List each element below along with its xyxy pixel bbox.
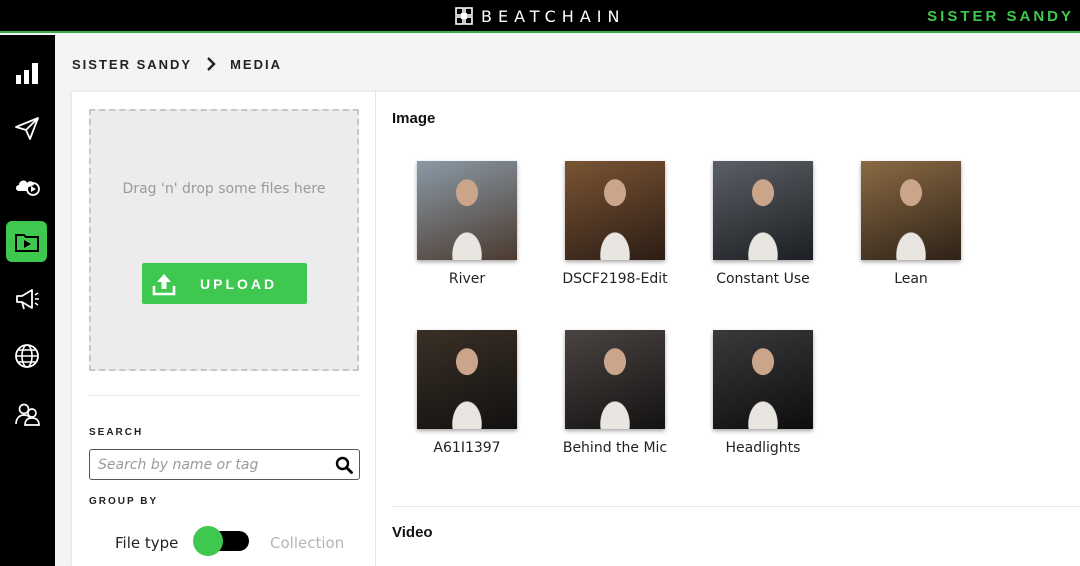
cloud-play-icon [15,180,40,196]
sidebar-item-promotion[interactable] [6,278,47,319]
search-label: SEARCH [89,427,144,438]
bar-chart-icon [15,62,38,84]
group-by-collection-label[interactable]: Collection [270,534,344,552]
media-thumbnail-image [565,330,665,429]
media-thumbnail-image [861,161,961,260]
app-logo[interactable]: BEATCHAIN [455,6,625,26]
sidebar-item-send[interactable] [6,107,47,148]
search-icon[interactable] [335,456,353,474]
breadcrumb-current-page: MEDIA [230,56,282,72]
dropzone-text: Drag 'n' drop some files here [122,181,326,197]
media-thumbnail[interactable]: Behind the Mic [563,330,667,456]
breadcrumb: SISTER SANDY MEDIA [72,56,282,72]
media-thumbnail-caption: DSCF2198-Edit [562,271,668,287]
media-card: Drag 'n' drop some files here UPLOAD SEA… [72,92,1080,566]
brand-name: BEATCHAIN [481,6,626,26]
sidebar-item-web[interactable] [6,335,47,376]
sidebar-item-distribution[interactable] [6,164,47,205]
search-input[interactable] [98,455,323,475]
divider [392,506,1080,507]
image-section-title: Image [392,110,436,127]
globe-icon [14,343,39,368]
media-thumbnail-caption: Constant Use [716,271,810,287]
sidebar-item-media[interactable] [6,221,47,262]
media-thumbnail-image [713,330,813,429]
video-section-title: Video [392,524,433,541]
account-name[interactable]: SISTER SANDY [927,8,1074,25]
media-thumbnail-image [417,330,517,429]
media-thumbnail[interactable]: Lean [861,161,961,287]
search-box [89,449,360,480]
megaphone-icon [15,288,39,309]
media-thumbnail-caption: River [448,271,486,287]
group-by-file-type-label[interactable]: File type [115,534,178,552]
media-thumbnail-caption: A61I1397 [433,440,501,456]
sidebar-item-team[interactable] [6,393,47,434]
top-bar: BEATCHAIN SISTER SANDY [0,0,1080,33]
toggle-knob [193,526,223,556]
paper-plane-icon [14,116,39,140]
breadcrumb-artist[interactable]: SISTER SANDY [72,57,192,72]
media-thumbnail[interactable]: DSCF2198-Edit [562,161,668,287]
media-thumbnail-caption: Behind the Mic [562,440,668,456]
upload-icon [152,273,176,295]
media-thumbnail[interactable]: A61I1397 [417,330,517,456]
media-thumbnail-image [417,161,517,260]
media-thumbnail-image [713,161,813,260]
upload-button[interactable]: UPLOAD [142,263,307,304]
upload-panel: Drag 'n' drop some files here UPLOAD SEA… [72,92,376,566]
media-thumbnail[interactable]: Headlights [713,330,813,456]
group-by-label: GROUP BY [89,496,159,507]
media-thumbnail-image [565,161,665,260]
sidebar-nav [0,35,55,566]
group-by-toggle[interactable] [193,526,249,556]
media-folder-icon [14,233,39,252]
media-thumbnail-caption: Lean [894,271,928,287]
media-thumbnail[interactable]: River [417,161,517,287]
media-thumbnail-caption: Headlights [725,440,801,456]
upload-button-label: UPLOAD [200,275,278,292]
users-icon [14,403,40,426]
beatchain-logo-icon [455,7,473,25]
sidebar-item-analytics[interactable] [6,52,47,93]
chevron-right-icon [207,57,216,71]
divider [89,395,359,396]
file-dropzone[interactable]: Drag 'n' drop some files here UPLOAD [89,109,359,371]
media-thumbnail[interactable]: Constant Use [713,161,813,287]
